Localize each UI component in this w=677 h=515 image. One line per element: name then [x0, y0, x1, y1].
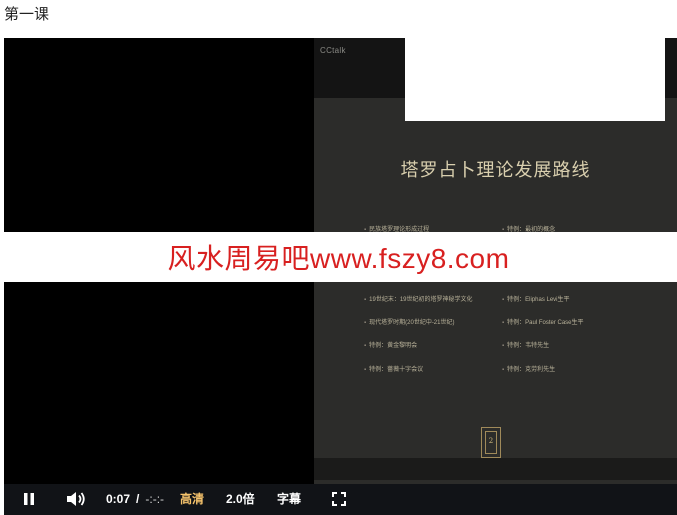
fullscreen-icon	[332, 492, 346, 506]
slide-brand-label: CCtalk	[320, 46, 346, 55]
slide-item: ▪ 特例：Paul Foster Case生平	[502, 320, 584, 326]
time-separator: /	[136, 492, 140, 506]
slide-emblem: 2	[481, 427, 501, 458]
slide-title: 塔罗占卜理论发展路线	[400, 160, 591, 181]
quality-button[interactable]: 高清	[180, 484, 204, 515]
current-time: 0:07	[106, 492, 131, 506]
slide-item: ▪ 特例：黄金黎明会	[364, 343, 418, 349]
slide-item: ▪ 特例：蔷薇十字会议	[364, 367, 424, 373]
player-controls: 0:07 / -:-:- 高清 2.0倍 字幕	[4, 484, 677, 515]
slide-item: ▪ 现代塔罗时期(20世纪中-21世纪)	[364, 320, 455, 326]
time-display: 0:07 / -:-:-	[106, 484, 164, 515]
speed-button[interactable]: 2.0倍	[226, 484, 255, 515]
fullscreen-button[interactable]	[330, 484, 348, 515]
page-title: 第一课	[4, 6, 50, 23]
duration: -:-:-	[145, 492, 165, 506]
slide-item: ▪ 19世纪末：19世纪初的塔罗神秘学文化	[364, 297, 473, 303]
watermark-text: 风水周易吧www.fszy8.com	[167, 243, 510, 274]
slide-item: ▪ 特例：克劳利先生	[502, 367, 556, 373]
overlay-panel	[405, 0, 665, 121]
slide-item: ▪ 特例：韦特先生	[502, 343, 550, 349]
slide-bottom-band	[314, 458, 677, 480]
volume-icon	[67, 492, 85, 506]
pause-icon	[24, 493, 34, 505]
slide-item: ▪ 特例：Eliphas Levi生平	[502, 297, 570, 303]
subtitle-button[interactable]: 字幕	[277, 484, 301, 515]
play-pause-button[interactable]	[20, 484, 38, 515]
volume-button[interactable]	[64, 484, 88, 515]
